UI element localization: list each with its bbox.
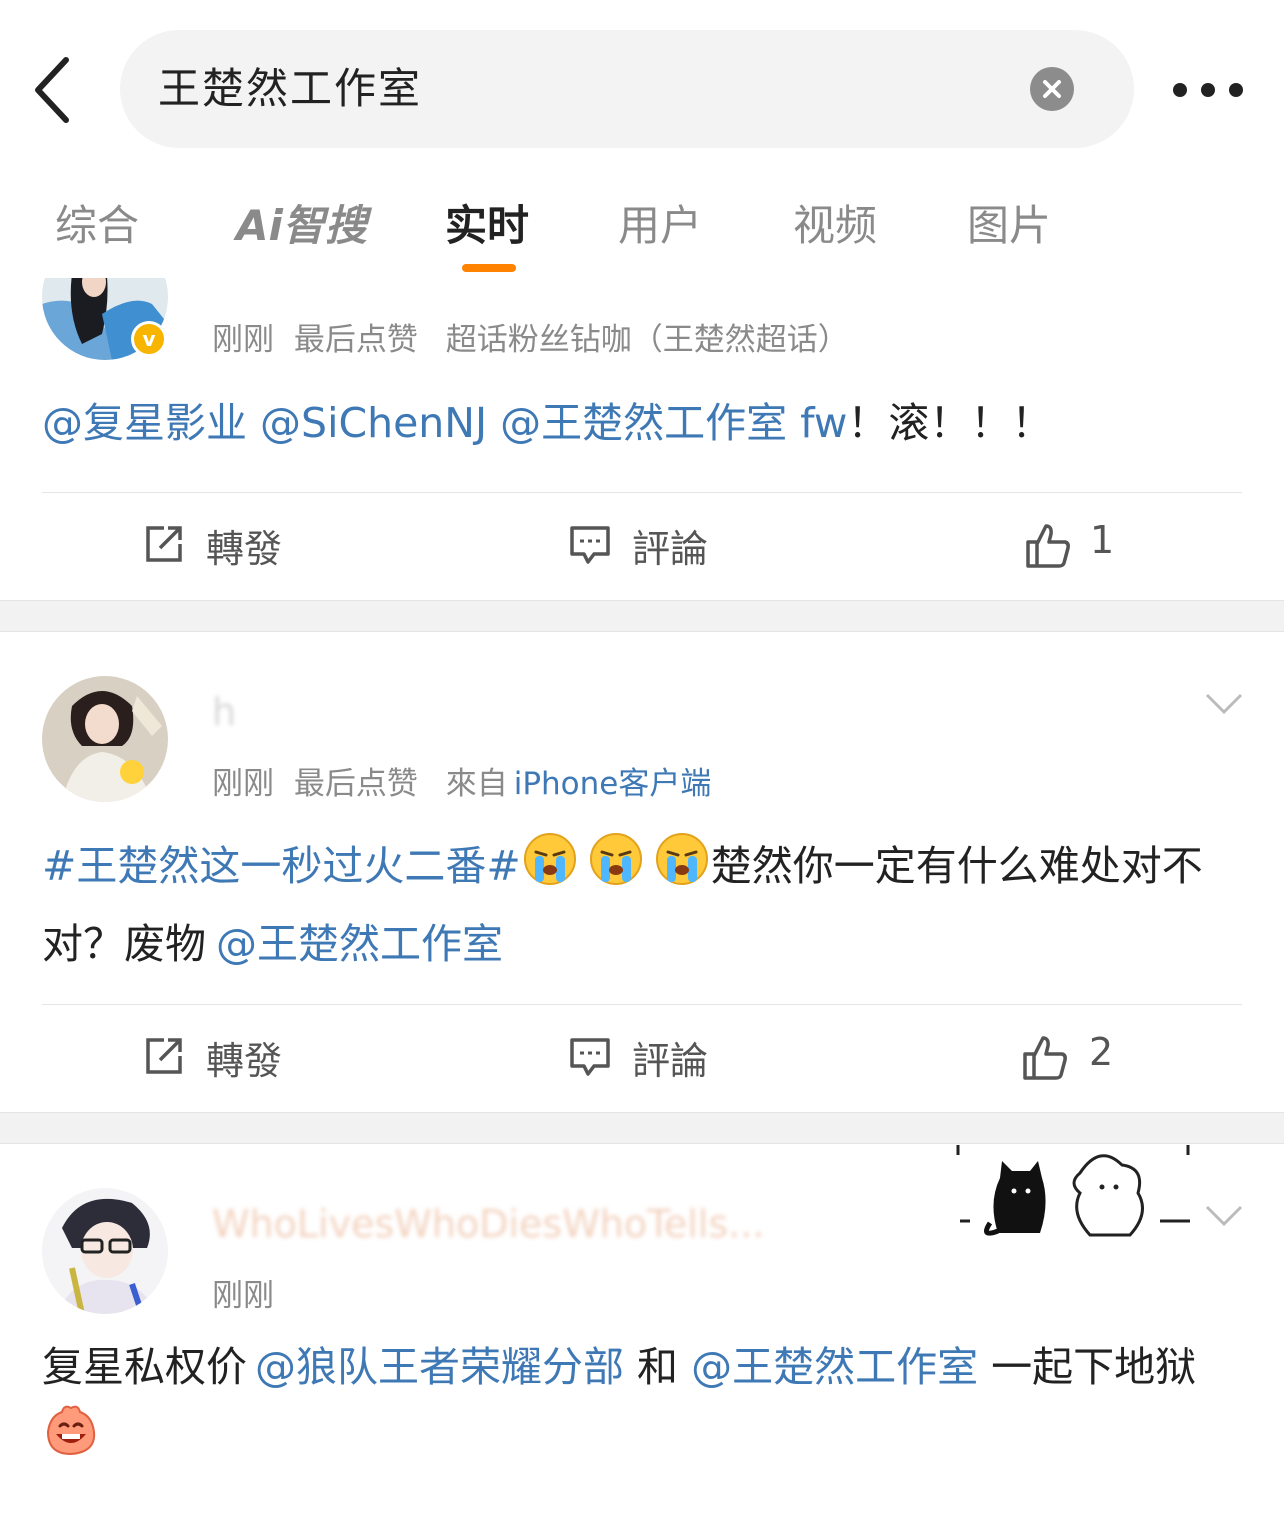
mention-link[interactable]: @复星影业 <box>42 399 247 447</box>
post-text: 复星私权价 @狼队王者荣耀分部 和 @王楚然工作室 一起下地狱 <box>42 1332 1242 1481</box>
top-bar: 王楚然工作室 <box>0 0 1284 170</box>
post-text: #王楚然这一秒过火二番# 楚然你一定有什么难处对不对？废物 @王楚然工作室 <box>42 830 1242 979</box>
clear-icon[interactable] <box>1030 67 1074 111</box>
avatar[interactable] <box>42 1188 168 1314</box>
chevron-down-icon[interactable] <box>1204 692 1244 716</box>
search-query: 王楚然工作室 <box>158 64 423 113</box>
comment-label: 評論 <box>632 1039 709 1083</box>
comment-icon <box>570 526 610 564</box>
comment-label: 評論 <box>632 527 709 571</box>
avatar[interactable] <box>42 676 168 802</box>
like-button[interactable]: 2 <box>1021 1004 1141 1112</box>
decorative-sticker <box>950 1143 1200 1243</box>
repost-button[interactable]: 轉發 <box>142 492 322 600</box>
like-note: 最后点赞 <box>293 766 418 802</box>
card-separator <box>0 1112 1284 1144</box>
post-time: 刚刚 <box>212 1278 274 1314</box>
repost-icon <box>146 1038 182 1074</box>
crying-emoji-icon <box>521 830 579 909</box>
hashtag-link[interactable]: #王楚然这一秒过火二番# <box>42 842 521 890</box>
mention-link[interactable]: @狼队王者荣耀分部 <box>255 1343 624 1391</box>
crying-emoji-icon <box>653 830 711 909</box>
card-separator <box>0 600 1284 632</box>
verified-badge-icon: v <box>131 321 167 357</box>
laughing-emoji-icon <box>42 1402 100 1481</box>
tab-users[interactable]: 用户 <box>618 192 702 253</box>
like-button[interactable]: 1 <box>1024 492 1144 600</box>
mention-link[interactable]: @王楚然工作室 <box>216 920 503 968</box>
post-source[interactable]: iPhone客户端 <box>514 766 712 802</box>
source-prefix: 來自 <box>445 766 508 802</box>
tab-bar: 综合 Ai智搜 实时 用户 视频 图片 <box>0 170 1284 278</box>
more-icon[interactable] <box>1168 70 1254 110</box>
comment-button[interactable]: 評論 <box>568 1004 748 1112</box>
tab-ai-search[interactable]: Ai智搜 <box>236 192 367 253</box>
crying-emoji-icon <box>587 830 645 909</box>
back-arrow-icon[interactable] <box>22 52 82 128</box>
like-count: 2 <box>1089 1030 1114 1074</box>
post-time: 刚刚 <box>212 766 274 802</box>
comment-button[interactable]: 評論 <box>568 492 748 600</box>
mention-link[interactable]: @王楚然工作室 <box>500 399 787 447</box>
feed: v 刚刚 最后点赞 超话粉丝钻咖（王楚然超话） @复星影业 @SiChenNJ … <box>0 278 1284 1521</box>
repost-button[interactable]: 轉發 <box>142 1004 322 1112</box>
tab-videos[interactable]: 视频 <box>793 192 877 253</box>
like-count: 1 <box>1090 518 1115 562</box>
mention-link[interactable]: @王楚然工作室 <box>691 1343 978 1391</box>
tab-realtime[interactable]: 实时 <box>445 192 529 253</box>
repost-label: 轉發 <box>206 1039 283 1083</box>
post-source: 超话粉丝钻咖（王楚然超话） <box>445 322 849 358</box>
comment-icon <box>570 1038 610 1076</box>
repost-icon <box>146 526 182 562</box>
like-note: 最后点赞 <box>293 322 418 358</box>
tab-images[interactable]: 图片 <box>967 192 1051 253</box>
mention-link[interactable]: @SiChenNJ <box>260 399 487 447</box>
username[interactable]: h <box>212 690 236 734</box>
like-icon <box>1026 524 1070 568</box>
post-text: @复星影业 @SiChenNJ @王楚然工作室 fw！滚！！！ <box>42 399 1053 447</box>
chevron-down-icon[interactable] <box>1204 1204 1244 1228</box>
post-time: 刚刚 <box>212 322 274 358</box>
active-tab-indicator <box>462 264 516 272</box>
tab-comprehensive[interactable]: 综合 <box>55 192 139 253</box>
post-card: h 刚刚 最后点赞 來自 iPhone客户端 #王楚然这一秒过火二番# 楚然你一定有… <box>0 632 1284 1112</box>
search-input[interactable]: 王楚然工作室 <box>120 30 1134 148</box>
post-meta: 刚刚 最后点赞 來自 iPhone客户端 <box>212 758 711 803</box>
post-meta: 刚刚 <box>212 1270 274 1315</box>
action-bar: 轉發 評論 2 <box>0 1004 1284 1112</box>
username[interactable]: WhoLivesWhoDiesWhoTells... <box>212 1202 764 1246</box>
repost-label: 轉發 <box>206 527 283 571</box>
post-meta: 刚刚 最后点赞 超话粉丝钻咖（王楚然超话） <box>212 314 849 359</box>
action-bar: 轉發 評論 1 <box>0 492 1284 600</box>
post-card: v 刚刚 最后点赞 超话粉丝钻咖（王楚然超话） @复星影业 @SiChenNJ … <box>0 278 1284 600</box>
like-icon <box>1023 1036 1067 1080</box>
